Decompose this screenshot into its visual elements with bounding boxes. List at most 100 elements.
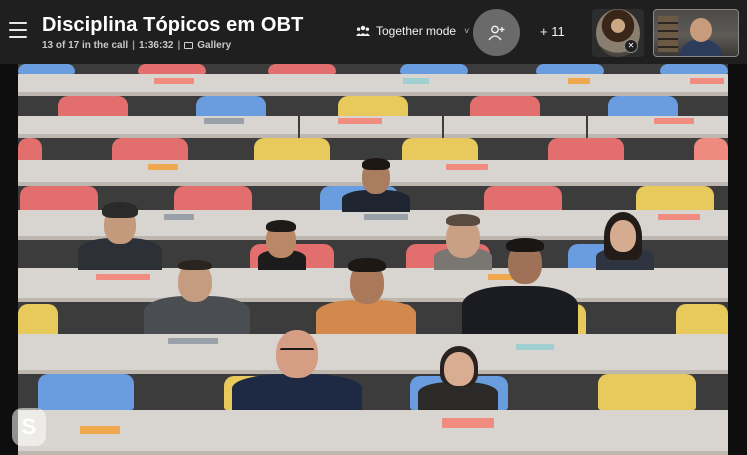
participant-hair	[348, 258, 386, 272]
participant-video[interactable]	[462, 238, 578, 334]
together-mode-stage: S	[0, 64, 747, 455]
desk	[370, 74, 506, 96]
desk	[570, 410, 728, 455]
participant-video[interactable]	[254, 220, 310, 270]
seat	[338, 96, 408, 118]
participant-hair	[102, 202, 138, 218]
notebook	[446, 164, 488, 170]
participant-hair	[362, 158, 390, 170]
participants-status: 13 of 17 in the call	[42, 40, 129, 51]
bookshelf-background	[658, 16, 678, 52]
participant-head	[610, 220, 636, 252]
participant-hair	[266, 220, 296, 232]
desk	[18, 268, 30, 302]
notebook	[690, 78, 724, 84]
desk	[716, 268, 728, 302]
seat	[548, 138, 624, 162]
mic-off-icon: ✕	[624, 39, 638, 53]
auditorium-scene	[18, 64, 728, 455]
seat	[268, 64, 336, 74]
chevron-down-icon: ˅	[464, 26, 470, 36]
skype-logo: S	[12, 408, 46, 446]
status-separator-2: |	[177, 40, 181, 51]
seat	[18, 304, 58, 336]
participant-video[interactable]	[338, 156, 414, 212]
seat	[660, 64, 728, 74]
desk	[72, 160, 222, 186]
seat	[138, 64, 206, 74]
notebook	[338, 118, 382, 124]
seat	[112, 138, 188, 162]
people-group-icon	[356, 25, 370, 36]
seat	[38, 374, 134, 410]
desk	[18, 116, 156, 138]
desk	[236, 74, 370, 96]
seat	[598, 374, 696, 410]
participant-head	[690, 18, 712, 42]
meeting-title: Disciplina Tópicos em OBT	[42, 14, 304, 36]
desk	[672, 160, 728, 186]
notebook	[568, 78, 590, 84]
notebook	[658, 214, 700, 220]
notebook	[403, 78, 429, 84]
add-people-button[interactable]	[473, 9, 520, 56]
notebook	[154, 78, 194, 84]
participant-video[interactable]	[592, 212, 658, 270]
mode-label: Together mode	[376, 24, 457, 38]
participant-head	[276, 330, 318, 378]
seat	[18, 64, 75, 74]
participant-hair	[178, 260, 212, 270]
seat	[676, 304, 728, 336]
desk	[18, 334, 102, 374]
status-separator: |	[132, 40, 135, 51]
participant-video[interactable]	[232, 328, 362, 410]
notebook	[204, 118, 244, 124]
notebook	[654, 118, 694, 124]
seat	[58, 96, 128, 118]
desk	[444, 116, 586, 138]
together-mode-dropdown[interactable]: Together mode ˅	[356, 24, 469, 38]
desk	[178, 410, 374, 455]
seat	[400, 64, 468, 74]
call-header: Disciplina Tópicos em OBT 13 of 17 in th…	[0, 0, 747, 64]
self-video-thumbnail[interactable]	[653, 9, 739, 57]
notebook	[364, 214, 408, 220]
participant-video[interactable]	[416, 344, 500, 410]
desk	[522, 160, 672, 186]
seat	[18, 138, 42, 162]
seat	[608, 96, 678, 118]
hamburger-icon[interactable]	[9, 22, 27, 38]
participant-thumbnail-woman[interactable]: ✕	[592, 9, 644, 57]
more-participants-button[interactable]: + 11	[540, 24, 565, 39]
desk	[18, 160, 72, 186]
participant-video[interactable]	[144, 260, 250, 334]
notebook	[516, 344, 554, 350]
add-person-icon	[487, 25, 504, 40]
participant-torso	[418, 382, 498, 410]
seat	[536, 64, 604, 74]
gallery-icon	[184, 42, 194, 49]
participant-head	[444, 352, 474, 386]
participant-torso	[680, 40, 722, 56]
participant-torso	[462, 286, 578, 334]
participant-glasses	[280, 348, 314, 352]
seat	[694, 138, 728, 162]
desk	[18, 74, 102, 96]
notebook	[80, 426, 120, 434]
seat	[470, 96, 540, 118]
notebook	[96, 274, 150, 280]
desk	[374, 410, 570, 455]
notebook	[164, 214, 194, 220]
view-label: Gallery	[197, 40, 232, 51]
participant-torso	[232, 374, 362, 410]
seat	[196, 96, 266, 118]
notebook	[168, 338, 218, 344]
desk	[652, 334, 728, 374]
notebook	[442, 418, 494, 428]
seat	[254, 138, 330, 162]
call-status: 13 of 17 in the call | 1:36:32 | Gallery	[42, 40, 231, 51]
participant-video[interactable]	[316, 258, 416, 334]
notebook	[148, 164, 178, 170]
participant-hair	[446, 214, 480, 226]
call-duration: 1:36:32	[138, 40, 174, 51]
